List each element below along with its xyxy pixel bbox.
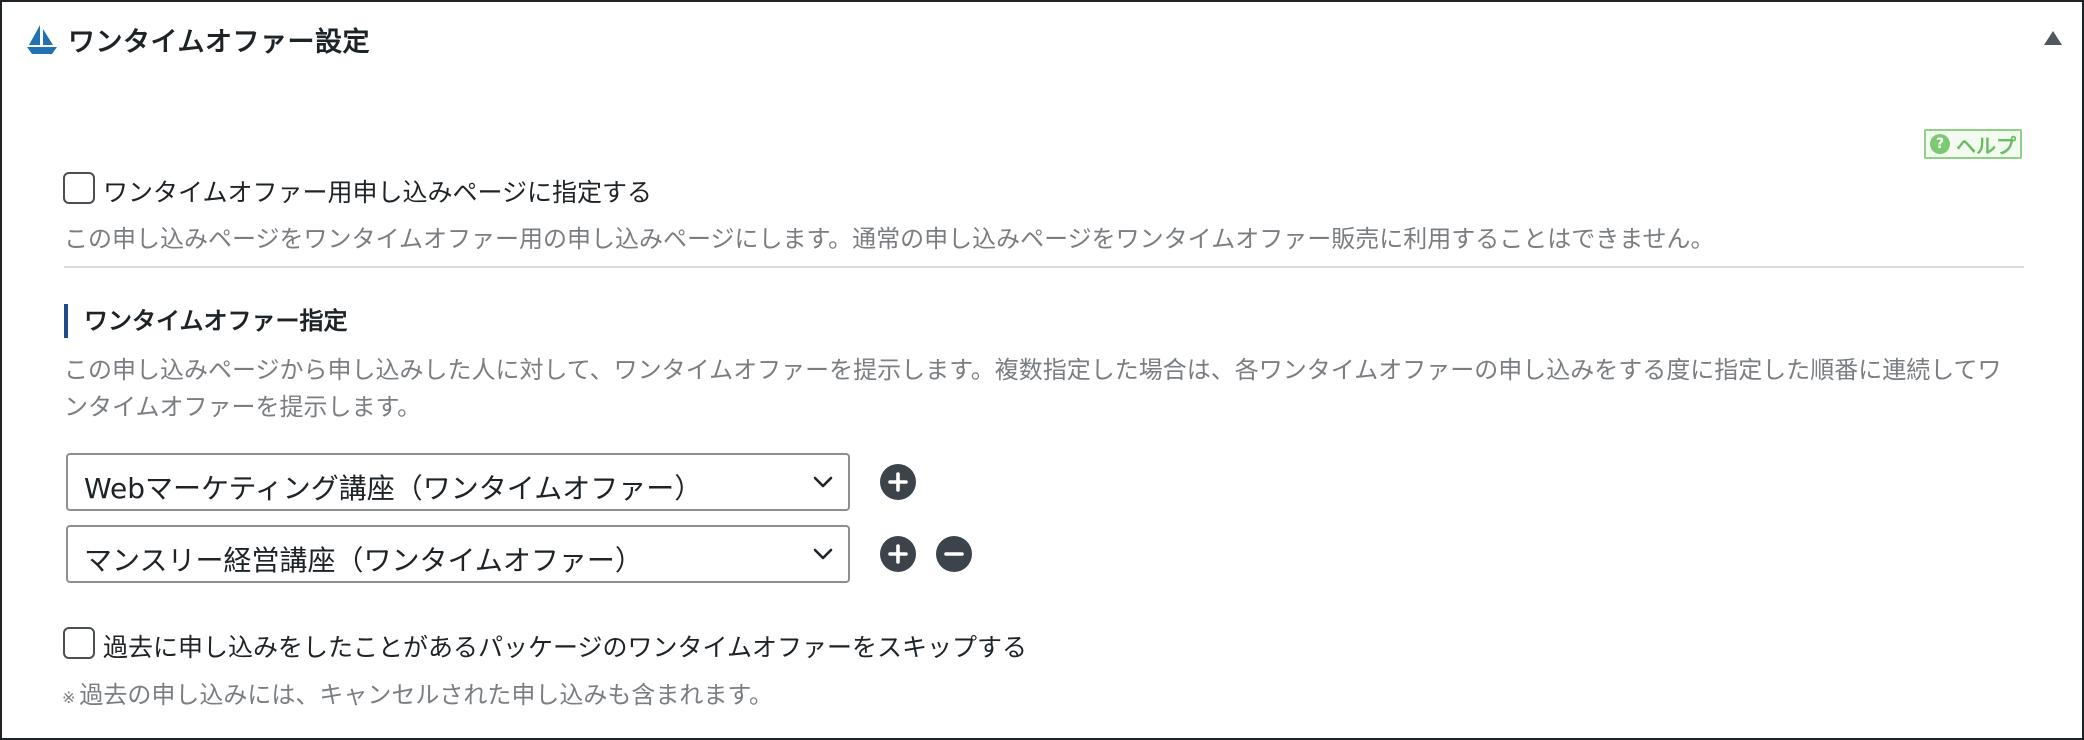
add-offer-button[interactable] [880,536,916,572]
onetime-offer-description: この申し込みページから申し込みした人に対して、ワンタイムオファーを提示します。複… [64,356,2002,421]
onetime-page-checkbox-label[interactable]: ワンタイムオファー用申し込みページに指定する [103,173,652,209]
chevron-down-icon [813,476,833,488]
help-button[interactable]: ? ヘルプ [1924,129,2022,159]
help-label: ヘルプ [1956,133,2016,158]
skip-purchased-checkbox-label[interactable]: 過去に申し込みをしたことがあるパッケージのワンタイムオファーをスキップする [103,628,1027,664]
skip-note-text: 過去の申し込みには、キャンセルされた申し込みも含まれます。 [79,681,774,709]
onetime-page-checkbox[interactable] [63,172,95,204]
chevron-down-icon [813,548,833,560]
onetime-page-description: この申し込みページをワンタイムオファー用の申し込みページにします。通常の申し込み… [64,225,1715,253]
note-mark: ※ [62,688,76,707]
section-title: ワンタイムオファー指定 [64,304,348,338]
plus-circle-icon [888,544,908,564]
minus-circle-icon [944,552,964,556]
plus-circle-icon [888,472,908,492]
offer-select-value: Webマーケティング講座（ワンタイムオファー） [84,472,703,505]
remove-offer-button[interactable] [936,536,972,572]
question-circle-icon: ? [1930,134,1950,154]
triangle-up-icon[interactable] [2042,28,2064,48]
divider [64,266,2024,268]
sailboat-icon [27,25,57,54]
panel-header[interactable]: ワンタイムオファー設定 [2,2,2082,74]
skip-note: ※ 過去の申し込みには、キャンセルされた申し込みも含まれます。 [62,675,773,710]
onetime-offer-settings-panel: ワンタイムオファー設定 ? ヘルプ ワンタイムオファー用申し込みページに指定する… [0,0,2084,740]
offer-select-1[interactable]: Webマーケティング講座（ワンタイムオファー） [66,453,850,511]
add-offer-button[interactable] [880,464,916,500]
panel-title: ワンタイムオファー設定 [68,27,370,58]
offer-select-2[interactable]: マンスリー経営講座（ワンタイムオファー） [66,525,850,583]
skip-purchased-checkbox[interactable] [63,627,95,659]
offer-select-value: マンスリー経営講座（ワンタイムオファー） [84,544,643,577]
